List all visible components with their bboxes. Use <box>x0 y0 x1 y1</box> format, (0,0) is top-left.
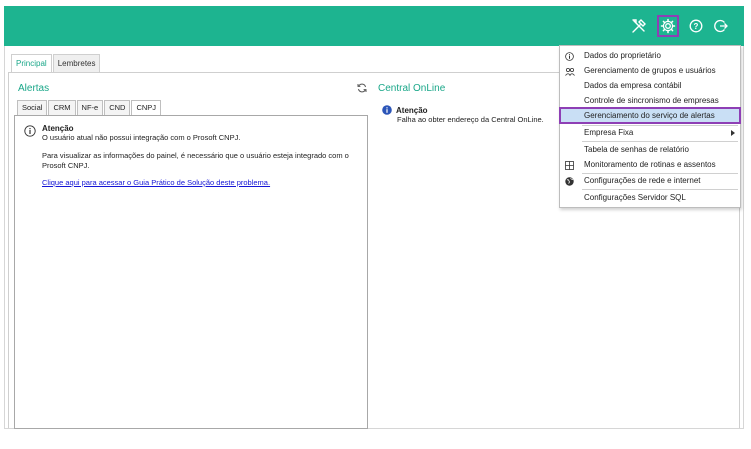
menu-item-servidor-sql[interactable]: Configurações Servidor SQL <box>560 190 740 205</box>
info-circle-icon <box>24 125 36 137</box>
menu-item-label: Tabela de senhas de relatório <box>584 145 689 154</box>
menu-item-label: Empresa Fixa <box>584 128 634 137</box>
menu-item-dados-proprietario[interactable]: Dados do proprietário <box>560 48 740 63</box>
globe-icon <box>565 176 574 186</box>
submenu-arrow-icon <box>731 130 735 136</box>
alert-title: Atenção <box>42 124 74 133</box>
guide-link[interactable]: Clique aqui para acessar o Guia Prático … <box>42 178 270 187</box>
alert-detail: Para visualizar as informações do painel… <box>42 151 349 170</box>
menu-item-label: Gerenciamento de grupos e usuários <box>584 66 716 75</box>
tab-lembretes[interactable]: Lembretes <box>52 54 101 72</box>
info-icon <box>565 51 574 61</box>
gear-icon[interactable] <box>657 15 679 37</box>
subtab-social[interactable]: Social <box>17 100 48 115</box>
menu-item-rede-internet[interactable]: Configurações de rede e internet <box>560 173 740 188</box>
refresh-icon[interactable] <box>357 83 367 93</box>
alertas-title: Alertas <box>18 83 50 94</box>
central-message: Falha ao obter endereço da Central OnLin… <box>397 115 544 124</box>
alert-message: O usuário atual não possui integração co… <box>42 133 241 142</box>
central-title: Central OnLine <box>378 83 446 94</box>
menu-item-sincronismo[interactable]: Controle de sincronismo de empresas <box>560 93 740 108</box>
info-icon <box>382 105 392 115</box>
menu-item-monitoramento[interactable]: Monitoramento de rotinas e assentos <box>560 157 740 172</box>
menu-item-tabela-senhas[interactable]: Tabela de senhas de relatório <box>560 142 740 157</box>
svg-text:?: ? <box>694 22 699 31</box>
subtab-cnd[interactable]: CND <box>104 100 131 115</box>
menu-item-servico-alertas[interactable]: Gerenciamento do serviço de alertas <box>559 107 741 124</box>
help-icon[interactable]: ? <box>687 17 705 35</box>
menu-item-grupos-usuarios[interactable]: Gerenciamento de grupos e usuários <box>560 63 740 78</box>
menu-item-label: Monitoramento de rotinas e assentos <box>584 160 716 169</box>
main-tabs: Principal Lembretes <box>11 54 101 73</box>
menu-item-label: Gerenciamento do serviço de alertas <box>584 111 715 120</box>
settings-menu: Dados do proprietário Gerenciamento de g… <box>559 45 741 208</box>
subtab-crm[interactable]: CRM <box>48 100 76 115</box>
menu-item-empresa-fixa[interactable]: Empresa Fixa <box>560 125 740 140</box>
central-message-title: Atenção <box>396 106 428 115</box>
logout-icon[interactable] <box>712 17 730 35</box>
menu-item-label: Configurações Servidor SQL <box>584 193 686 202</box>
menu-item-label: Configurações de rede e internet <box>584 176 701 185</box>
users-icon <box>565 66 575 76</box>
menu-item-empresa-contabil[interactable]: Dados da empresa contábil <box>560 78 740 93</box>
tab-principal[interactable]: Principal <box>11 54 52 73</box>
alertas-subtabs: Social CRM NF-e CND CNPJ <box>17 100 162 116</box>
menu-item-label: Dados do proprietário <box>584 51 661 60</box>
subtab-nfe[interactable]: NF-e <box>76 100 104 115</box>
subtab-cnpj[interactable]: CNPJ <box>131 100 162 116</box>
tools-icon[interactable] <box>630 17 648 35</box>
menu-item-label: Dados da empresa contábil <box>584 81 682 90</box>
top-bar: ? <box>4 6 744 46</box>
menu-item-label: Controle de sincronismo de empresas <box>584 96 719 105</box>
monitor-icon <box>565 160 574 170</box>
